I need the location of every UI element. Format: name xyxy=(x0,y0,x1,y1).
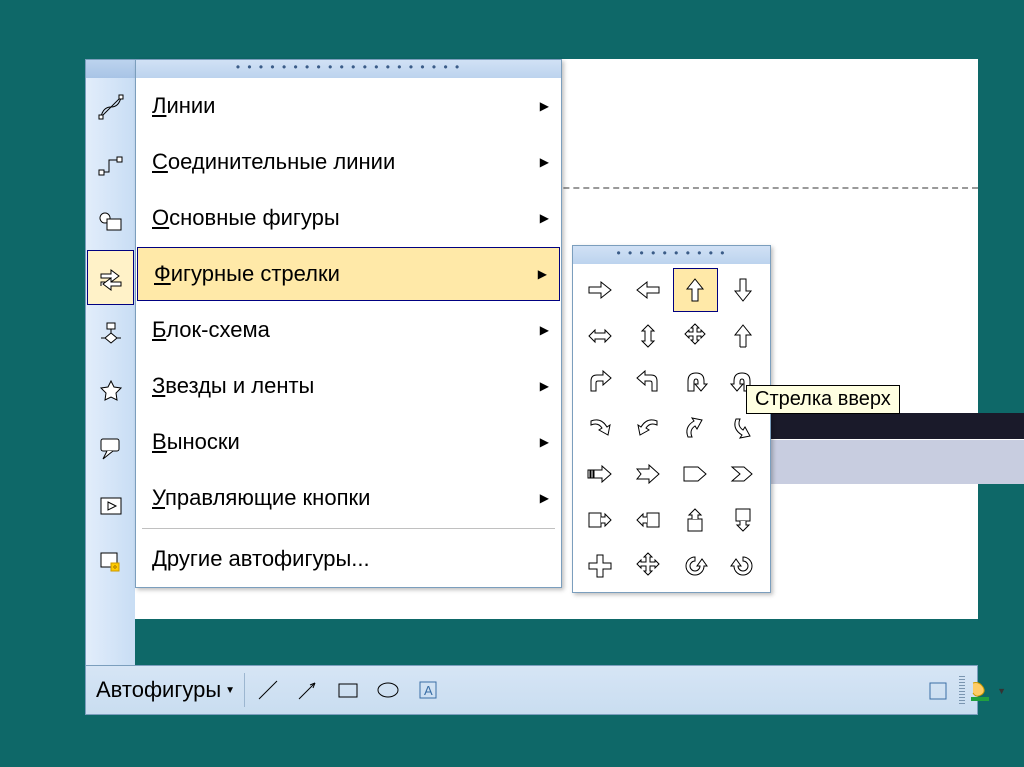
shape-up-callout[interactable] xyxy=(673,498,719,542)
submenu-arrow-icon: ▶ xyxy=(540,211,549,225)
shape-down-callout[interactable] xyxy=(720,498,766,542)
autofigures-menu: • • • • • • • • • • • • • • • • • • • • … xyxy=(135,59,562,588)
shape-notched-right[interactable] xyxy=(625,452,671,496)
side-icon-block-arrows[interactable] xyxy=(87,250,134,305)
autofigures-dropdown[interactable]: Автофигуры ▼ xyxy=(90,672,241,708)
toolbar-gripper[interactable] xyxy=(86,60,135,78)
fill-color-dropdown[interactable] xyxy=(965,674,999,708)
shape-up-hollow-arrow[interactable] xyxy=(720,314,766,358)
submenu-arrow-icon: ▶ xyxy=(540,379,549,393)
side-icon-more-autoshapes[interactable] xyxy=(86,534,135,591)
side-icon-lines[interactable] xyxy=(86,78,135,135)
side-icon-connectors[interactable] xyxy=(86,135,135,192)
side-icon-callouts[interactable] xyxy=(86,420,135,477)
toolbar-icon-column xyxy=(85,59,135,671)
side-icon-basic-shapes[interactable] xyxy=(86,192,135,249)
shape-u-turn-left[interactable] xyxy=(673,360,719,404)
menu-item-lines[interactable]: Линии ▶ xyxy=(136,78,561,134)
submenu-arrow-icon: ▶ xyxy=(540,155,549,169)
menu-item-label: Блок-схема xyxy=(152,317,270,343)
tool-arrow[interactable] xyxy=(288,670,328,710)
shape-up-down-arrow[interactable] xyxy=(625,314,671,358)
caret-down-icon: ▼ xyxy=(225,685,235,696)
menu-item-label: Соединительные линии xyxy=(152,149,395,175)
shape-pentagon[interactable] xyxy=(673,452,719,496)
submenu-arrow-icon: ▶ xyxy=(540,435,549,449)
shape-left-arrow[interactable] xyxy=(625,268,671,312)
submenu-arrow-icon: ▶ xyxy=(540,323,549,337)
menu-item-label: Выноски xyxy=(152,429,240,455)
menu-item-label: Другие автофигуры... xyxy=(152,546,370,572)
submenu-arrow-icon: ▶ xyxy=(540,99,549,113)
menu-item-callouts[interactable]: Выноски ▶ xyxy=(136,414,561,470)
toolbar-separator xyxy=(244,673,245,707)
tool-textbox[interactable]: A xyxy=(408,670,448,710)
shape-curved-left[interactable] xyxy=(625,406,671,450)
tool-rectangle[interactable] xyxy=(328,670,368,710)
menu-item-flowchart[interactable]: Блок-схема ▶ xyxy=(136,302,561,358)
menu-item-label: Управляющие кнопки xyxy=(152,485,370,511)
submenu-arrow-icon: ▶ xyxy=(538,267,547,281)
shape-right-arrow[interactable] xyxy=(577,268,623,312)
shape-cross-arrows[interactable] xyxy=(625,544,671,588)
svg-text:A: A xyxy=(424,683,433,698)
shape-curved-right[interactable] xyxy=(577,406,623,450)
toolbar-right-cluster: ▼ xyxy=(921,671,1016,711)
window-toolbar-fragment xyxy=(740,439,1024,484)
shape-left-right-arrow[interactable] xyxy=(577,314,623,358)
menu-item-connectors[interactable]: Соединительные линии ▶ xyxy=(136,134,561,190)
menu-item-more-autoshapes[interactable]: Другие автофигуры... xyxy=(136,531,561,587)
shape-plus-arrow[interactable] xyxy=(577,544,623,588)
shape-chevron[interactable] xyxy=(720,452,766,496)
shape-quad-arrow[interactable] xyxy=(673,314,719,358)
shape-bent-arrow-right[interactable] xyxy=(577,360,623,404)
shape-circular-arrow[interactable] xyxy=(673,544,719,588)
menu-item-stars[interactable]: Звезды и ленты ▶ xyxy=(136,358,561,414)
menu-item-block-arrows[interactable]: Фигурные стрелки ▶ xyxy=(137,247,560,301)
menu-gripper[interactable]: • • • • • • • • • • • • • • • • • • • • xyxy=(136,60,561,78)
caret-down-icon[interactable]: ▼ xyxy=(997,686,1006,696)
menu-item-label: Фигурные стрелки xyxy=(154,261,340,287)
side-icon-action-buttons[interactable] xyxy=(86,477,135,534)
shape-down-arrow[interactable] xyxy=(720,268,766,312)
menu-item-label: Основные фигуры xyxy=(152,205,340,231)
side-icon-stars[interactable] xyxy=(86,363,135,420)
tool-oval[interactable] xyxy=(368,670,408,710)
block-arrows-palette: • • • • • • • • • • xyxy=(572,245,771,593)
tool-misc-icon[interactable] xyxy=(921,674,955,708)
menu-item-label: Звезды и ленты xyxy=(152,373,314,399)
autofigures-label: Автофигуры xyxy=(96,677,221,703)
menu-item-action-buttons[interactable]: Управляющие кнопки ▶ xyxy=(136,470,561,526)
shape-striped-right[interactable] xyxy=(577,452,623,496)
tool-line[interactable] xyxy=(248,670,288,710)
menu-separator xyxy=(142,528,555,529)
menu-item-label: Линии xyxy=(152,93,215,119)
shape-up-arrow[interactable] xyxy=(673,268,719,312)
drawing-toolbar: Автофигуры ▼ A xyxy=(85,665,978,715)
menu-item-basic-shapes[interactable]: Основные фигуры ▶ xyxy=(136,190,561,246)
shape-bent-arrow-left[interactable] xyxy=(625,360,671,404)
shape-left-callout[interactable] xyxy=(625,498,671,542)
tooltip: Стрелка вверх xyxy=(746,385,900,414)
shape-right-callout[interactable] xyxy=(577,498,623,542)
palette-gripper[interactable]: • • • • • • • • • • xyxy=(573,246,770,264)
window-titlebar-fragment xyxy=(740,413,1024,439)
shape-curved-up[interactable] xyxy=(673,406,719,450)
shape-circular-arrow-2[interactable] xyxy=(720,544,766,588)
submenu-arrow-icon: ▶ xyxy=(540,491,549,505)
side-icon-flowchart[interactable] xyxy=(86,306,135,363)
palette-grid xyxy=(573,264,770,592)
